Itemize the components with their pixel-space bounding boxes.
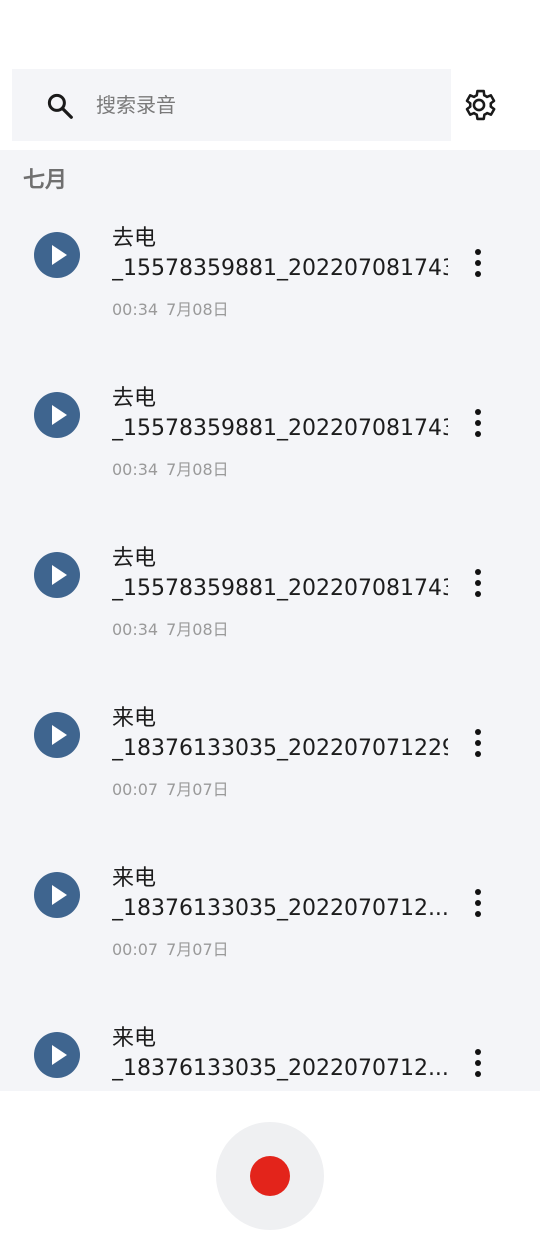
recordings-list[interactable]: 七月 去电 _15578359881_202207081743 00:34 7月0… — [0, 150, 540, 1091]
recording-filename: _18376133035_2022070712... — [112, 1056, 448, 1081]
more-options-button[interactable] — [466, 246, 490, 280]
recording-filename: _18376133035_202207071229 — [112, 736, 448, 761]
more-options-button[interactable] — [466, 1046, 490, 1080]
settings-button[interactable] — [460, 86, 498, 124]
recording-call-type: 来电 — [112, 706, 157, 731]
more-vertical-icon — [475, 1049, 481, 1077]
play-icon — [52, 565, 67, 585]
more-options-button[interactable] — [466, 886, 490, 920]
more-vertical-icon — [475, 729, 481, 757]
gear-icon — [465, 89, 496, 121]
recording-item[interactable]: 来电 _18376133035_2022070712... 00:07 7月07日 — [0, 790, 540, 959]
recording-title: 来电 _18376133035_202207071229 — [112, 704, 448, 764]
play-button[interactable] — [34, 232, 80, 278]
more-options-button[interactable] — [466, 726, 490, 760]
recording-call-type: 去电 — [112, 226, 157, 251]
more-vertical-icon — [475, 889, 481, 917]
recording-title: 来电 _18376133035_2022070712... — [112, 864, 448, 924]
recording-title: 来电 _18376133035_2022070712... — [112, 1024, 448, 1084]
recording-filename: _15578359881_202207081743 — [112, 256, 448, 281]
play-button[interactable] — [34, 872, 80, 918]
more-vertical-icon — [475, 569, 481, 597]
recording-call-type: 去电 — [112, 546, 157, 571]
more-vertical-icon — [475, 249, 481, 277]
recording-filename: _15578359881_202207081743 — [112, 576, 448, 601]
recording-item[interactable]: 来电 _18376133035_202207071229 00:07 7月07日 — [0, 630, 540, 799]
bottom-bar — [0, 1091, 540, 1260]
play-icon — [52, 725, 67, 745]
recording-call-type: 来电 — [112, 866, 157, 891]
play-button[interactable] — [34, 1032, 80, 1078]
play-button[interactable] — [34, 552, 80, 598]
recording-filename: _15578359881_202207081743 — [112, 416, 448, 441]
play-icon — [52, 1045, 67, 1065]
more-options-button[interactable] — [466, 406, 490, 440]
recording-item[interactable]: 去电 _15578359881_202207081743 00:34 7月08日 — [0, 310, 540, 479]
recording-call-type: 去电 — [112, 386, 157, 411]
more-vertical-icon — [475, 409, 481, 437]
play-icon — [52, 245, 67, 265]
recording-title: 去电 _15578359881_202207081743 — [112, 544, 448, 604]
recording-item[interactable]: 来电 _18376133035_2022070712... — [0, 950, 540, 1091]
recording-call-type: 来电 — [112, 1026, 157, 1051]
search-icon — [47, 93, 73, 119]
recording-item[interactable]: 去电 _15578359881_202207081743 00:34 7月08日 — [0, 150, 540, 319]
search-bar[interactable]: 搜索录音 — [12, 69, 451, 141]
search-input[interactable]: 搜索录音 — [96, 69, 176, 141]
play-button[interactable] — [34, 712, 80, 758]
play-icon — [52, 885, 67, 905]
recording-title: 去电 _15578359881_202207081743 — [112, 224, 448, 284]
recording-title: 去电 _15578359881_202207081743 — [112, 384, 448, 444]
recording-filename: _18376133035_2022070712... — [112, 896, 448, 921]
record-icon — [250, 1156, 290, 1196]
recording-item[interactable]: 去电 _15578359881_202207081743 00:34 7月08日 — [0, 470, 540, 639]
record-button[interactable] — [216, 1122, 324, 1230]
more-options-button[interactable] — [466, 566, 490, 600]
play-button[interactable] — [34, 392, 80, 438]
play-icon — [52, 405, 67, 425]
